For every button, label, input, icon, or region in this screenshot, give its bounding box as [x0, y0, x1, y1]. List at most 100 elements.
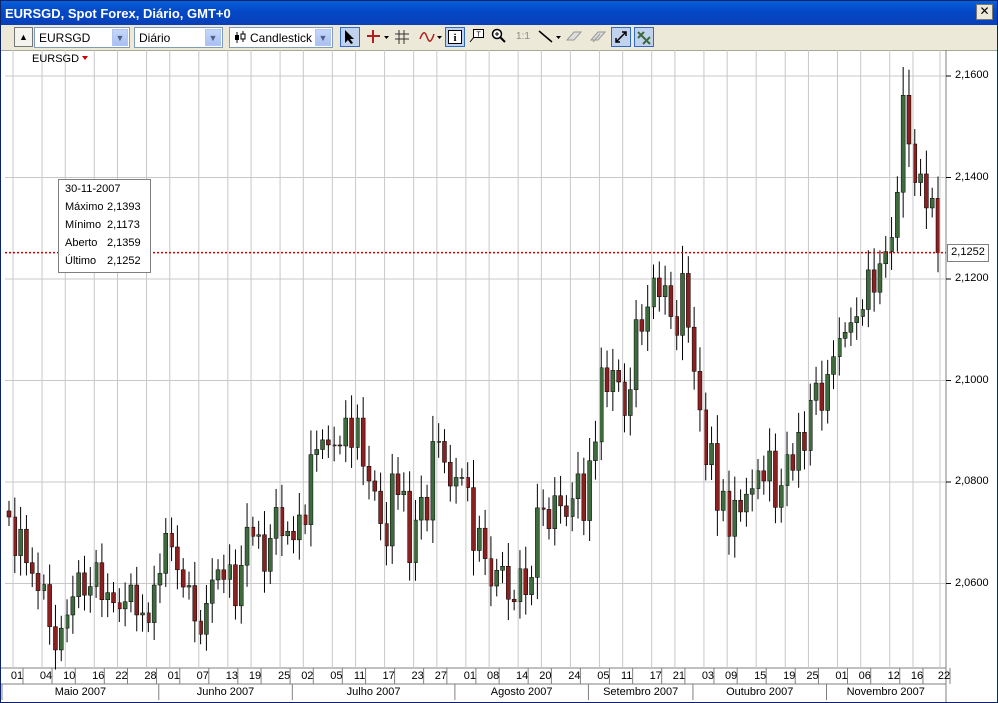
- chevron-down-icon[interactable]: ▼: [112, 29, 128, 46]
- indicator-icon[interactable]: [418, 27, 444, 47]
- candle-body: [76, 572, 81, 597]
- candle-body: [819, 382, 825, 411]
- candle-body: [157, 573, 163, 586]
- ohlc-tooltip: 30-11-2007 Máximo 2,1393 Mínimo 2,1173 A…: [58, 179, 151, 273]
- x-day-tick-label: 21: [672, 670, 686, 682]
- title-bar: EURSGD, Spot Forex, Diário, GMT+0 ✕: [1, 1, 997, 25]
- x-month-label: Outubro 2007: [726, 686, 794, 698]
- x-day-tick-label: 05: [330, 670, 343, 682]
- candle-body: [761, 470, 767, 482]
- candle-body: [314, 449, 319, 455]
- svg-text:T: T: [476, 32, 481, 39]
- candle-body: [297, 514, 302, 541]
- symbol-select-value: EURSGD: [39, 31, 91, 45]
- chart-window: EURSGD, Spot Forex, Diário, GMT+0 ✕ ▲ EU…: [0, 0, 998, 703]
- candle-body: [88, 586, 93, 596]
- x-day-tick-label: 23: [411, 670, 424, 682]
- candle-body: [929, 198, 935, 209]
- candle-body: [407, 490, 412, 563]
- candle-body: [639, 319, 645, 332]
- candle-body: [709, 443, 714, 465]
- tooltip-label: Aberto: [65, 237, 98, 249]
- x-month-label: Julho 2007: [346, 686, 401, 698]
- info-icon[interactable]: i: [445, 27, 465, 47]
- candle-body: [529, 577, 534, 595]
- period-select-value: Diário: [139, 31, 171, 45]
- cursor-pointer-icon[interactable]: [340, 27, 360, 47]
- candle-body: [895, 191, 900, 238]
- x-day-tick-label: 01: [463, 670, 476, 682]
- candle-body: [337, 444, 343, 447]
- candle-body: [378, 490, 383, 524]
- x-day-tick-label: 04: [39, 670, 53, 682]
- annotate-icon[interactable]: T: [467, 27, 487, 47]
- candle-body: [813, 382, 819, 401]
- candle-body: [163, 533, 169, 574]
- period-select[interactable]: Diário ▼: [134, 27, 223, 48]
- candle-body: [18, 528, 23, 556]
- candle-body: [99, 562, 105, 600]
- candle-body: [482, 527, 488, 559]
- chevron-down-icon[interactable]: ▼: [205, 29, 221, 46]
- autoscroll-icon[interactable]: [611, 27, 631, 47]
- x-month-label: Novembro 2007: [846, 686, 925, 698]
- x-day-tick-label: 16: [910, 670, 924, 682]
- candle-body: [657, 277, 662, 298]
- grid-icon[interactable]: [392, 27, 412, 47]
- candle-body: [552, 495, 558, 529]
- candle-body: [418, 496, 424, 521]
- candle-body: [680, 273, 685, 336]
- candle-body: [628, 389, 633, 416]
- autoscale-icon[interactable]: [634, 27, 654, 47]
- candle-body: [24, 528, 29, 563]
- y-tick-label: 2,1600: [955, 69, 989, 81]
- chevron-down-icon[interactable]: ▼: [315, 29, 331, 46]
- candle-body: [320, 439, 325, 450]
- x-day-tick-label: 01: [10, 670, 24, 682]
- candle-body: [389, 473, 395, 547]
- candle-body: [581, 473, 587, 521]
- candle-body: [53, 626, 58, 651]
- price-chart[interactable]: [1, 50, 997, 702]
- candle-body: [500, 565, 505, 571]
- x-day-tick-label: 19: [248, 670, 262, 682]
- x-day-tick-label: 14: [516, 670, 529, 682]
- chart-type-select[interactable]: Candlestick ▼: [229, 27, 333, 48]
- x-day-tick-label: 22: [937, 670, 951, 682]
- x-day-tick-label: 02: [301, 670, 314, 682]
- trendline-icon[interactable]: [537, 27, 563, 47]
- symbol-select[interactable]: EURSGD ▼: [34, 27, 130, 48]
- x-day-tick-label: 11: [353, 670, 366, 682]
- candle-body: [924, 173, 929, 209]
- crosshair-icon[interactable]: [365, 27, 391, 47]
- candle-body: [720, 490, 726, 511]
- close-button[interactable]: ✕: [976, 4, 993, 20]
- x-day-tick-label: 01: [167, 670, 180, 682]
- candle-body: [273, 507, 279, 539]
- collapse-up-icon[interactable]: ▲: [14, 27, 33, 47]
- candle-body: [610, 370, 616, 392]
- x-day-tick-label: 22: [115, 670, 128, 682]
- zoom-1to1-icon[interactable]: 1:1: [513, 27, 533, 47]
- candle-body: [209, 579, 215, 604]
- symbol-dropdown-icon[interactable]: [82, 56, 88, 60]
- candle-body: [906, 95, 912, 145]
- zoom-icon[interactable]: [489, 27, 509, 47]
- svg-text:i: i: [453, 32, 456, 44]
- candle-body: [239, 564, 244, 607]
- candle-body: [326, 439, 331, 446]
- candle-body: [47, 584, 52, 627]
- candle-body: [233, 564, 238, 607]
- erase-all-icon[interactable]: [588, 27, 608, 47]
- candle-body: [70, 596, 76, 616]
- x-day-tick-label: 24: [568, 670, 581, 682]
- tooltip-label: Mínimo: [65, 219, 102, 231]
- eraser-icon[interactable]: [564, 27, 584, 47]
- candle-body: [111, 592, 116, 604]
- x-month-label: Junho 2007: [196, 686, 255, 698]
- chart-symbol-label[interactable]: EURSGD: [32, 53, 79, 65]
- x-day-tick-label: 25: [806, 670, 819, 682]
- tooltip-label: Máximo: [65, 201, 104, 213]
- x-day-tick-label: 27: [434, 670, 447, 682]
- candle-body: [558, 495, 563, 507]
